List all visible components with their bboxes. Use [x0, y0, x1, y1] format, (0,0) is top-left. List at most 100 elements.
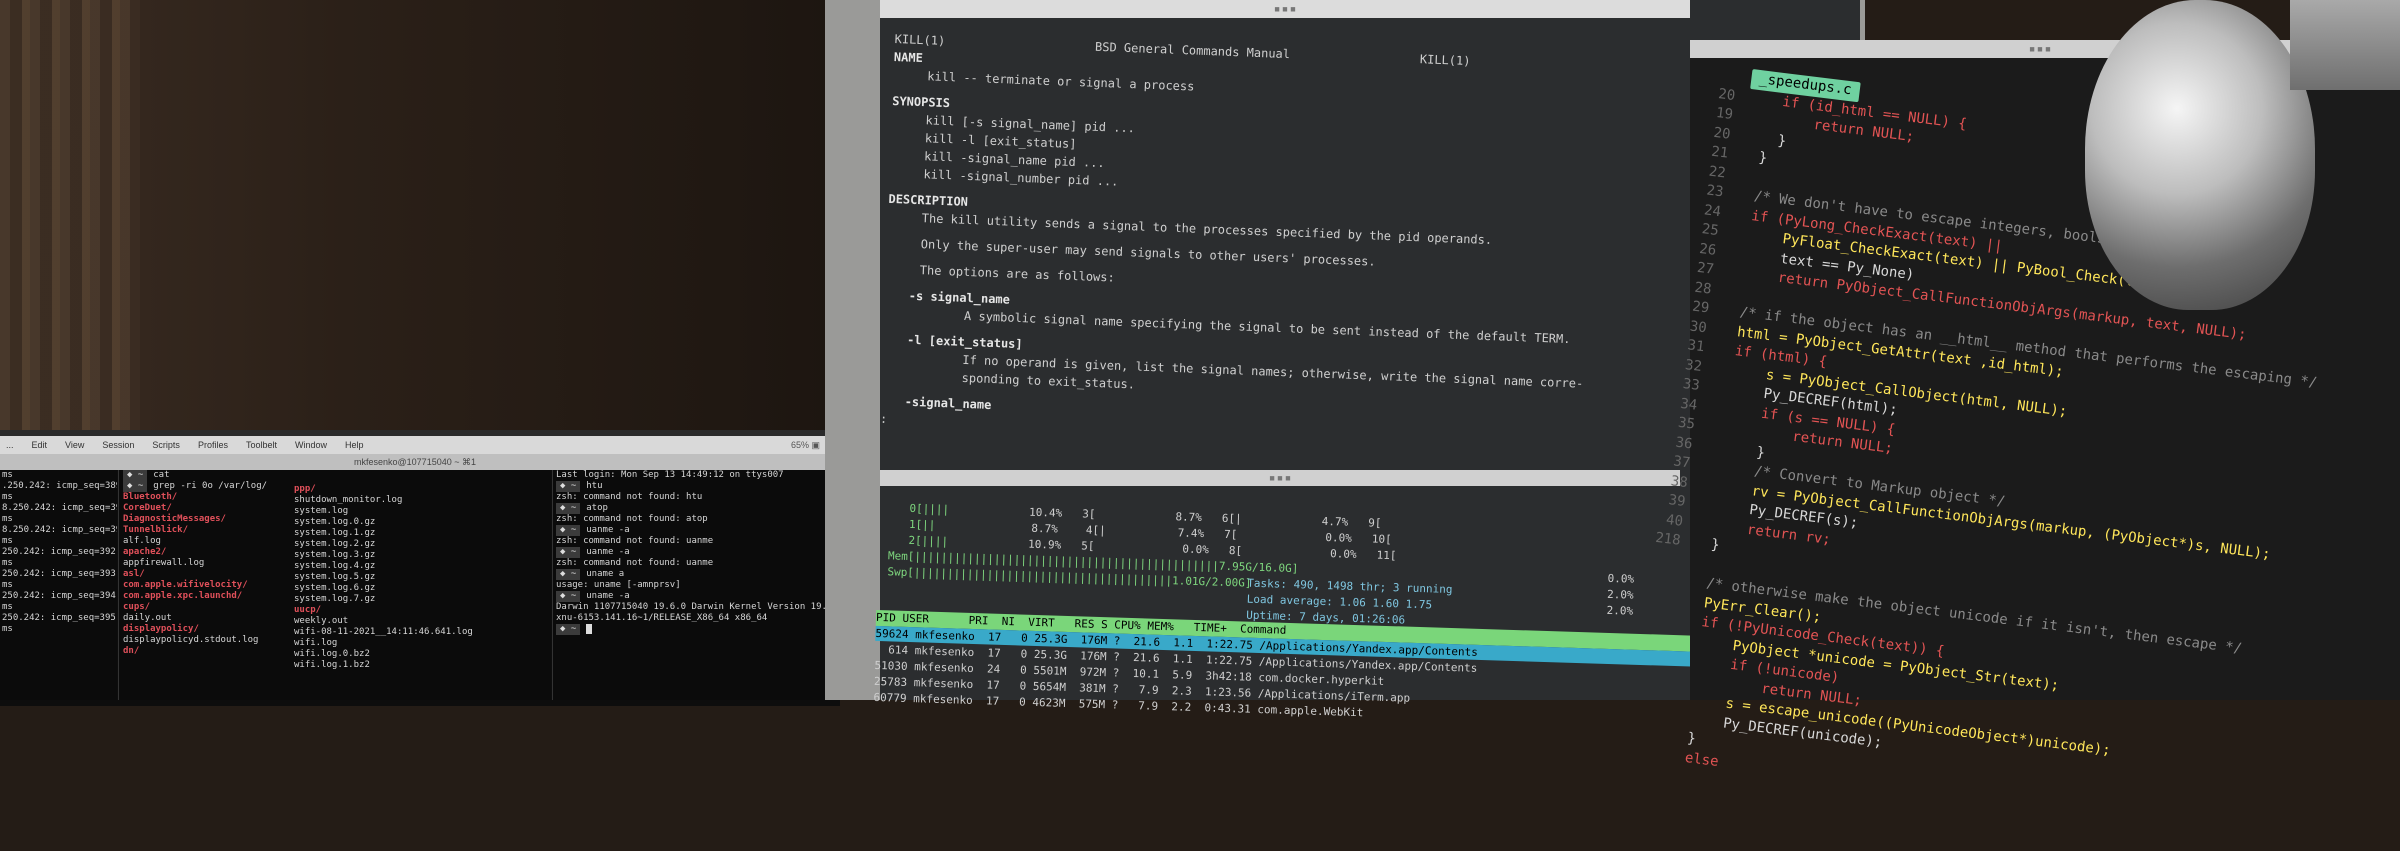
- cpu-meter: 9[: [1368, 516, 1382, 530]
- ls-entry: DiagnosticMessages/: [123, 514, 226, 524]
- shell-line: zsh: command not found: uanme: [556, 536, 714, 546]
- shell-line: Darwin 1107715040 19.6.0 Darwin Kernel V…: [556, 602, 834, 612]
- ls-entry: system.log: [294, 506, 349, 516]
- ls-entry: system.log.2.gz: [294, 539, 376, 549]
- ls-entry: wifi-08-11-2021__14:11:46.641.log: [294, 627, 473, 637]
- ls-entry: com.apple.xpc.launchd/: [123, 591, 243, 601]
- ping-line: 8.250.242: icmp_seq=391: [2, 525, 117, 535]
- ls-column-right: ppp/ shutdown_monitor.log system.log sys…: [294, 484, 473, 671]
- line-number: [1627, 617, 1671, 622]
- menu-item-profiles[interactable]: Profiles: [198, 440, 228, 450]
- ping-line: 250.242: icmp_seq=393: [2, 569, 116, 579]
- prompt-icon: ◆ ~: [556, 503, 581, 514]
- line-number: [1629, 597, 1673, 602]
- ping-line: ms: [2, 602, 13, 612]
- shell-pane[interactable]: Last login: Mon Sep 13 14:49:12 on ttys0…: [552, 470, 834, 700]
- ls-entry: displaypolicyd.stdout.log: [123, 635, 259, 645]
- ls-entry: daily.out: [123, 613, 172, 623]
- code-text: }: [1743, 128, 1788, 150]
- ls-entry: cups/: [123, 602, 151, 612]
- shell-line: zsh: command not found: uanme: [556, 558, 714, 568]
- shell-line: atop: [586, 503, 608, 513]
- man-window-titlebar: ■ ■ ■: [880, 0, 1690, 18]
- ls-entry: apache2/: [123, 547, 167, 557]
- menu-item-view[interactable]: View: [65, 440, 84, 450]
- cpu-meter: 2[||||: [908, 533, 949, 549]
- shell-line: Last login: Mon Sep 13 14:49:12 on ttys0…: [556, 470, 784, 480]
- ls-entry: Tunnelblick/: [123, 525, 189, 535]
- line-number: [1622, 656, 1666, 661]
- ls-entry: system.log.4.gz: [294, 561, 376, 571]
- line-number: [1620, 675, 1664, 680]
- ls-entry: wifi.log.1.bz2: [294, 660, 370, 670]
- menu-item-app[interactable]: ...: [6, 440, 14, 450]
- cpu-meter: 4[|: [1085, 523, 1106, 538]
- line-number: [1615, 714, 1659, 719]
- ping-line: 250.242: icmp_seq=392: [2, 547, 116, 557]
- htop-panel[interactable]: 0[|||| 10.4% 3[8.7% 6[| 4.7% 9[ 1[|| 8.7% 4[| 7.…: [873, 490, 1696, 725]
- prompt-icon: ◆ ~: [556, 591, 581, 602]
- shell-line: uname -a: [586, 591, 630, 601]
- htop-window-titlebar: ■ ■ ■: [880, 470, 1680, 486]
- ls-entry: wifi.log: [294, 638, 338, 648]
- cpu-meter: 7[: [1223, 527, 1238, 542]
- menu-item-session[interactable]: Session: [102, 440, 134, 450]
- menu-item-window[interactable]: Window: [295, 440, 327, 450]
- ping-line: ms: [2, 536, 13, 546]
- cpu-value: 8.7%: [1175, 510, 1203, 525]
- shell-line: zsh: command not found: htu: [556, 492, 703, 502]
- cpu-value: 0.0%: [1329, 547, 1357, 561]
- ls-command-2: grep -ri 0o /var/log/: [153, 481, 268, 491]
- terminal-window-title: mkfesenko@107715040 ~ ⌘1: [0, 454, 830, 470]
- cpu-meter: 6[|: [1221, 511, 1242, 526]
- ls-entry: ppp/: [294, 484, 316, 494]
- cpu-meter: 1[||: [908, 517, 936, 532]
- lamp-arm: [2290, 0, 2400, 90]
- code-text: }: [1693, 534, 1721, 554]
- code-text: else: [1667, 747, 1720, 770]
- ping-line: ms: [2, 514, 13, 524]
- prompt-icon: ◆ ~: [556, 547, 581, 558]
- man-header-left: KILL(1): [894, 31, 946, 48]
- ls-entry: system.log.3.gz: [294, 550, 376, 560]
- shell-line: htu: [586, 481, 603, 491]
- cpu-value: 0.0%: [1182, 542, 1210, 557]
- ping-line: .250.242: icmp_seq=389: [2, 481, 117, 491]
- ping-line: 250.242: icmp_seq=394: [2, 591, 116, 601]
- shell-line: uanme -a: [586, 525, 630, 535]
- desk-lamp: [2085, 0, 2315, 310]
- cpu-meter: 10[: [1371, 532, 1392, 547]
- ls-entry: com.apple.wifivelocity/: [123, 580, 248, 590]
- prompt-icon: ◆ ~: [556, 569, 581, 580]
- menu-item-help[interactable]: Help: [345, 440, 364, 450]
- ls-entry: system.log.0.gz: [294, 517, 376, 527]
- line-number: [1610, 752, 1654, 757]
- ls-entry: asl/: [123, 569, 145, 579]
- ping-line: 8.250.242: icmp_seq=390: [2, 503, 117, 513]
- cpu-meter: 5[: [1081, 539, 1095, 553]
- line-number: [1632, 578, 1676, 583]
- ls-command-1: cat: [153, 470, 170, 480]
- ls-entry: uucp/: [294, 605, 322, 615]
- ls-entry: weekly.out: [294, 616, 349, 626]
- menu-item-scripts[interactable]: Scripts: [152, 440, 180, 450]
- menu-item-edit[interactable]: Edit: [32, 440, 48, 450]
- shell-line: zsh: command not found: atop: [556, 514, 708, 524]
- ls-entry: system.log.6.gz: [294, 583, 376, 593]
- man-page[interactable]: KILL(1) BSD General Commands Manual KILL(1…: [878, 30, 1694, 500]
- man-header-right: KILL(1): [1419, 52, 1471, 69]
- code-text: }: [1740, 147, 1769, 167]
- ping-pane[interactable]: ms .250.242: icmp_seq=389 ms 8.250.242: …: [0, 470, 117, 700]
- ls-entry: wifi.log.0.bz2: [294, 649, 370, 659]
- shell-line: usage: uname [-amnprsv]: [556, 580, 681, 590]
- prompt-icon: ◆ ~: [556, 481, 581, 492]
- ping-line: ms: [2, 470, 13, 480]
- cpu-value: 7.4%: [1177, 526, 1205, 541]
- ls-entry: system.log.7.gz: [294, 594, 376, 604]
- ls-pane[interactable]: ◆ ~ cat ◆ ~ grep -ri 0o /var/log/ Bluetoot…: [118, 470, 551, 700]
- cpu-value: 4.7%: [1321, 514, 1349, 529]
- line-number: [1617, 694, 1661, 699]
- prompt-icon: ◆ ~: [556, 525, 581, 536]
- menu-item-toolbelt[interactable]: Toolbelt: [246, 440, 277, 450]
